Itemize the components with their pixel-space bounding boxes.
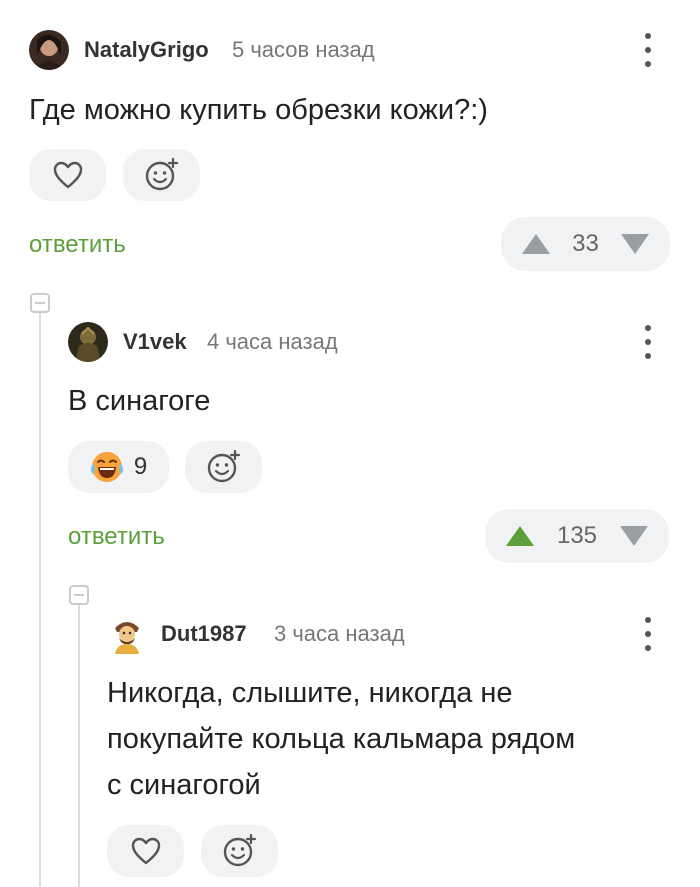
username[interactable]: NatalyGrigo (84, 37, 209, 63)
comment-time: 3 часа назад (274, 621, 405, 646)
vote-count: 33 (572, 230, 599, 257)
like-button[interactable] (107, 825, 184, 877)
add-reaction-button[interactable] (185, 441, 262, 493)
comment-text-line: с синагогой (107, 769, 261, 801)
reply-button[interactable]: ответить (29, 231, 126, 259)
add-emoji-icon (145, 157, 178, 191)
more-options-icon[interactable] (643, 325, 653, 359)
vote-count: 135 (556, 522, 598, 549)
add-emoji-icon (207, 449, 240, 483)
upvote-icon[interactable] (503, 523, 537, 549)
avatar[interactable] (68, 322, 108, 362)
comment-text-line: Никогда, слышите, никогда не (107, 677, 513, 709)
heart-icon (53, 161, 82, 189)
avatar[interactable] (107, 614, 147, 654)
vote-box: 135 (485, 509, 669, 563)
more-options-icon[interactable] (643, 617, 653, 651)
comment-text: В синагоге (68, 385, 211, 417)
comment-text: Где можно купить обрезки кожи?:) (29, 94, 488, 126)
add-reaction-button[interactable] (201, 825, 278, 877)
comment-time: 5 часов назад (232, 37, 375, 62)
vote-box: 33 (501, 217, 670, 271)
comment-time: 4 часа назад (207, 329, 338, 354)
like-button[interactable] (29, 149, 106, 201)
heart-icon (131, 837, 160, 865)
collapse-thread-button[interactable] (30, 293, 50, 313)
laughing-emoji-icon (90, 452, 123, 482)
more-options-icon[interactable] (643, 33, 653, 67)
username[interactable]: V1vek (123, 329, 187, 355)
downvote-icon[interactable] (617, 523, 651, 549)
thread-line (39, 312, 41, 887)
avatar[interactable] (29, 30, 69, 70)
add-emoji-icon (223, 833, 256, 867)
comment-text-line: покупайте кольца кальмара рядом (107, 723, 576, 755)
downvote-icon[interactable] (618, 231, 652, 257)
add-reaction-button[interactable] (123, 149, 200, 201)
collapse-thread-button[interactable] (69, 585, 89, 605)
upvote-icon[interactable] (519, 231, 553, 257)
thread-line (78, 605, 80, 887)
username[interactable]: Dut1987 (161, 621, 247, 647)
reaction-button[interactable]: 9 (68, 441, 169, 493)
reply-button[interactable]: ответить (68, 523, 165, 551)
reaction-count: 9 (133, 453, 148, 480)
comment-text: Никогда, слышите, никогда не покупайте к… (107, 670, 575, 808)
